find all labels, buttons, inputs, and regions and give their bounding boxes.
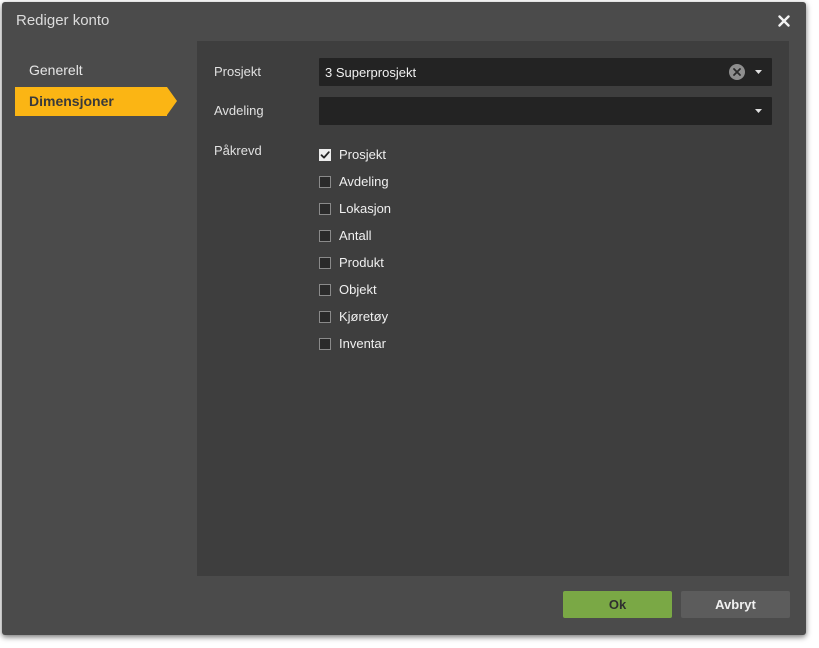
nav-item-dimensjoner[interactable]: Dimensjoner	[15, 87, 177, 116]
sidebar-nav: Generelt Dimensjoner	[15, 56, 181, 118]
checkbox-label: Lokasjon	[339, 201, 392, 216]
required-avdeling-checkbox[interactable]: Avdeling	[319, 168, 391, 195]
required-kjoretoy-checkbox[interactable]: Kjøretøy	[319, 303, 391, 330]
checkmark-icon	[320, 150, 330, 158]
clear-selection-button[interactable]	[729, 64, 745, 80]
checkbox-label: Produkt	[339, 255, 384, 270]
required-objekt-checkbox[interactable]: Objekt	[319, 276, 391, 303]
checkbox-box[interactable]	[319, 310, 331, 323]
edit-account-dialog: Rediger konto Generelt Dimensjoner Prosj…	[2, 2, 806, 635]
checkbox-box[interactable]	[319, 283, 331, 296]
required-prosjekt-checkbox[interactable]: Prosjekt	[319, 141, 391, 168]
checkbox-label: Antall	[339, 228, 372, 243]
clear-circle-icon	[729, 64, 745, 80]
nav-item-label: Dimensjoner	[29, 93, 114, 109]
prosjekt-select[interactable]: 3 Superprosjekt	[319, 58, 772, 86]
checkbox-box[interactable]	[319, 256, 331, 269]
ok-button[interactable]: Ok	[563, 591, 672, 618]
checkbox-box[interactable]	[319, 229, 331, 242]
required-antall-checkbox[interactable]: Antall	[319, 222, 391, 249]
prosjekt-dropdown-toggle[interactable]	[751, 67, 765, 77]
nav-item-generelt[interactable]: Generelt	[15, 56, 181, 85]
avdeling-label: Avdeling	[214, 103, 264, 118]
required-inventar-checkbox[interactable]: Inventar	[319, 330, 391, 357]
prosjekt-select-value: 3 Superprosjekt	[325, 65, 417, 80]
checkbox-label: Objekt	[339, 282, 377, 297]
required-dimensions-list: Prosjekt Avdeling Lokasjon Antall Produk…	[319, 141, 391, 357]
pakrevd-label: Påkrevd	[214, 143, 262, 158]
avdeling-dropdown-toggle[interactable]	[751, 106, 765, 116]
cancel-button[interactable]: Avbryt	[681, 591, 790, 618]
content-panel: Prosjekt 3 Superprosjekt Avdeling Påkrev…	[197, 41, 789, 576]
required-lokasjon-checkbox[interactable]: Lokasjon	[319, 195, 391, 222]
checkbox-box[interactable]	[319, 175, 331, 188]
avdeling-select[interactable]	[319, 97, 772, 125]
close-button[interactable]	[774, 10, 794, 32]
checkbox-box[interactable]	[319, 202, 331, 215]
dialog-title: Rediger konto	[16, 12, 110, 29]
checkbox-label: Prosjekt	[339, 147, 386, 162]
checkbox-box[interactable]	[319, 337, 331, 350]
nav-item-label: Generelt	[29, 62, 83, 78]
caret-down-icon	[754, 70, 762, 74]
checkbox-label: Inventar	[339, 336, 386, 351]
prosjekt-label: Prosjekt	[214, 64, 261, 79]
checkbox-label: Avdeling	[339, 174, 389, 189]
checkbox-box[interactable]	[319, 148, 331, 161]
caret-down-icon	[754, 109, 762, 113]
checkbox-label: Kjøretøy	[339, 309, 389, 324]
close-icon	[778, 15, 790, 27]
required-produkt-checkbox[interactable]: Produkt	[319, 249, 391, 276]
